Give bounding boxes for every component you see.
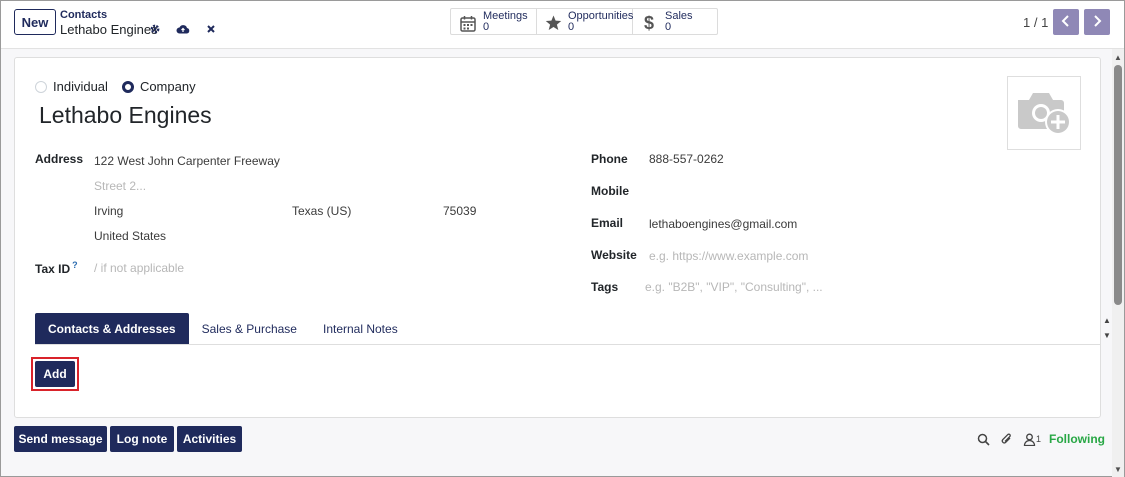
phone-input[interactable]: 888-557-0262 — [649, 152, 724, 166]
sales-count: 0 — [665, 21, 672, 33]
breadcrumb-current: Lethabo Engines — [60, 22, 158, 37]
add-contact-button[interactable]: Add — [35, 361, 75, 387]
email-input[interactable]: lethaboengines@gmail.com — [649, 217, 797, 231]
dollar-icon: $ — [641, 13, 659, 33]
tab-divider — [35, 344, 1101, 345]
country-select[interactable]: United States — [94, 229, 166, 243]
gear-icon[interactable] — [148, 22, 162, 36]
tab-contacts-addresses[interactable]: Contacts & Addresses — [35, 313, 189, 345]
cloud-upload-icon[interactable] — [176, 22, 190, 36]
phone-label: Phone — [591, 152, 628, 166]
chevron-left-icon — [1061, 14, 1071, 30]
meetings-smart-button[interactable]: Meetings 0 — [451, 9, 537, 34]
pager-value: 1 / 1 — [1023, 15, 1049, 30]
street-input[interactable]: 122 West John Carpenter Freeway — [94, 154, 280, 168]
tags-label: Tags — [591, 280, 619, 294]
address-label: Address — [35, 152, 84, 166]
tab-internal-notes[interactable]: Internal Notes — [310, 313, 411, 345]
website-input[interactable]: e.g. https://www.example.com — [649, 249, 808, 263]
pager-next-button[interactable] — [1084, 9, 1110, 35]
paperclip-icon[interactable] — [999, 432, 1013, 446]
record-actions — [148, 22, 218, 36]
breadcrumb-parent-link[interactable]: Contacts — [60, 9, 107, 21]
close-icon[interactable] — [204, 22, 218, 36]
company-radio-label[interactable]: Company — [140, 79, 196, 94]
camera-plus-icon — [1015, 88, 1073, 139]
zip-input[interactable]: 75039 — [443, 204, 476, 218]
log-note-button[interactable]: Log note — [110, 426, 174, 452]
scroll-thumb[interactable] — [1114, 65, 1122, 305]
notebook-tabs: Contacts & Addresses Sales & Purchase In… — [35, 313, 411, 345]
chatter-topbar-icons: 1 — [976, 432, 1041, 446]
image-upload[interactable] — [1007, 76, 1081, 150]
scroll-up-icon[interactable]: ▲ — [1112, 51, 1124, 63]
state-select[interactable]: Texas (US) — [292, 204, 351, 218]
tags-input[interactable]: e.g. "B2B", "VIP", "Consulting", ... — [645, 280, 823, 294]
tab-scroll-down-icon[interactable]: ▼ — [1102, 330, 1112, 340]
mobile-label: Mobile — [591, 184, 629, 198]
help-icon[interactable]: ? — [72, 260, 78, 270]
add-button-highlight: Add — [31, 357, 79, 391]
search-icon[interactable] — [976, 432, 990, 446]
website-label: Website — [591, 248, 637, 262]
new-button[interactable]: New — [14, 9, 56, 35]
company-type-radio-group: Individual Company — [35, 79, 204, 94]
email-label: Email — [591, 216, 624, 230]
user-icon[interactable] — [1022, 432, 1036, 446]
opportunities-count: 0 — [568, 21, 575, 33]
tax-id-label: Tax ID? — [35, 260, 78, 276]
tax-id-label-text: Tax ID — [35, 262, 71, 276]
pager-previous-button[interactable] — [1053, 9, 1079, 35]
individual-radio[interactable] — [35, 80, 47, 93]
opportunities-label: Opportunities — [568, 10, 634, 22]
sales-smart-button[interactable]: $ Sales 0 — [633, 9, 717, 34]
page-scrollbar[interactable]: ▲ ▼ — [1112, 49, 1124, 477]
partner-name-input[interactable]: Lethabo Engines — [39, 102, 212, 129]
meetings-label: Meetings — [483, 10, 528, 22]
send-message-button[interactable]: Send message — [14, 426, 107, 452]
meetings-count: 0 — [483, 21, 490, 33]
opportunities-smart-button[interactable]: Opportunities 0 — [537, 9, 633, 34]
follower-count: 1 — [1036, 434, 1042, 444]
activities-button[interactable]: Activities — [177, 426, 242, 452]
form-sheet: Individual Company Lethabo Engines Addre… — [14, 57, 1111, 418]
tab-scroll-up-icon[interactable]: ▲ — [1102, 315, 1112, 325]
tax-id-input[interactable]: / if not applicable — [94, 261, 184, 275]
svg-text:$: $ — [644, 13, 654, 33]
chevron-right-icon — [1092, 14, 1102, 30]
calendar-icon — [459, 13, 477, 33]
scroll-down-icon[interactable]: ▼ — [1112, 463, 1124, 475]
company-radio[interactable] — [121, 80, 134, 93]
individual-radio-label[interactable]: Individual — [53, 79, 108, 94]
control-panel: New Contacts Lethabo Engines Meetings 0 — [1, 1, 1124, 49]
city-input[interactable]: Irving — [94, 204, 123, 218]
tab-sales-purchase[interactable]: Sales & Purchase — [189, 313, 310, 345]
smart-buttons: Meetings 0 Opportunities 0 $ Sales 0 — [450, 8, 718, 35]
following-button[interactable]: Following — [1049, 432, 1105, 446]
street2-input[interactable]: Street 2... — [94, 179, 146, 193]
star-icon — [545, 13, 562, 33]
